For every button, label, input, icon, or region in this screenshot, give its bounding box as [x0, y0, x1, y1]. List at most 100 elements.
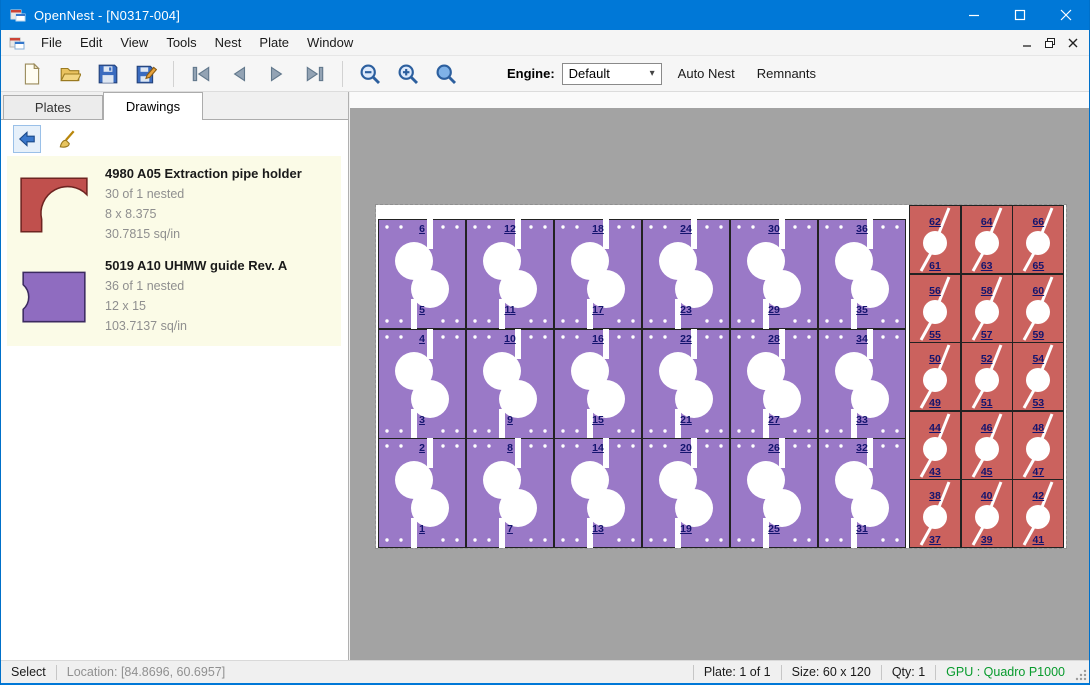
tab-plates[interactable]: Plates — [3, 95, 103, 119]
nested-part-pair[interactable]: 30 29 — [730, 219, 818, 329]
part-number: 55 — [909, 329, 961, 341]
arrow-left-icon — [17, 129, 37, 149]
nested-part-pair[interactable]: 18 17 — [554, 219, 642, 329]
nested-part-pair[interactable]: 26 25 — [730, 438, 818, 548]
part-number: 20 — [642, 442, 730, 454]
new-button[interactable] — [16, 59, 48, 89]
nested-part-pair[interactable]: 10 9 — [466, 329, 554, 439]
new-document-icon — [21, 63, 43, 85]
nested-part-pair[interactable]: 64 63 — [961, 205, 1013, 274]
nested-part-pair[interactable]: 40 39 — [961, 479, 1013, 548]
save-button[interactable] — [92, 59, 124, 89]
menu-view[interactable]: View — [111, 30, 157, 56]
nested-part-pair[interactable]: 20 19 — [642, 438, 730, 548]
part-number: 37 — [909, 534, 961, 546]
part-thumbnail-pipe-holder — [17, 174, 91, 236]
menu-edit[interactable]: Edit — [71, 30, 111, 56]
nested-part-pair[interactable]: 58 57 — [961, 274, 1013, 343]
nested-part-pair[interactable]: 46 45 — [961, 411, 1013, 480]
back-arrow-button[interactable] — [13, 125, 41, 153]
part-number: 53 — [1012, 397, 1064, 409]
part-number: 43 — [909, 466, 961, 478]
nested-part-pair[interactable]: 12 11 — [466, 219, 554, 329]
nested-part-pair[interactable]: 66 65 — [1012, 205, 1064, 274]
zoom-fit-button[interactable] — [430, 59, 462, 89]
part-number: 56 — [909, 285, 961, 297]
nested-part-pair[interactable]: 60 59 — [1012, 274, 1064, 343]
nested-part-pair[interactable]: 42 41 — [1012, 479, 1064, 548]
nested-part-pair[interactable]: 38 37 — [909, 479, 961, 548]
plate[interactable]: 6 5 12 11 — [376, 205, 1066, 548]
save-icon — [97, 63, 119, 85]
nested-part-pair[interactable]: 24 23 — [642, 219, 730, 329]
drawing-list-item[interactable]: 5019 A10 UHMW guide Rev. A 36 of 1 neste… — [7, 251, 341, 343]
open-button[interactable] — [54, 59, 86, 89]
menu-plate[interactable]: Plate — [250, 30, 298, 56]
minimize-button[interactable] — [951, 0, 997, 30]
nested-part-pair[interactable]: 16 15 — [554, 329, 642, 439]
nav-last-icon — [304, 63, 326, 85]
nested-part-pair[interactable]: 28 27 — [730, 329, 818, 439]
nested-part-pair[interactable]: 56 55 — [909, 274, 961, 343]
nested-part-pair[interactable]: 44 43 — [909, 411, 961, 480]
next-plate-button[interactable] — [261, 59, 293, 89]
nested-part-pair[interactable]: 4 3 — [378, 329, 466, 439]
remnants-button[interactable]: Remnants — [751, 66, 822, 81]
mdi-close-button[interactable] — [1061, 33, 1084, 53]
nav-first-icon — [190, 63, 212, 85]
part-number: 13 — [554, 523, 642, 535]
nested-part-pair[interactable]: 48 47 — [1012, 411, 1064, 480]
nested-part-pair[interactable]: 2 1 — [378, 438, 466, 548]
nested-part-pair[interactable]: 50 49 — [909, 342, 961, 411]
part-number: 12 — [466, 223, 554, 235]
nested-part-pair[interactable]: 54 53 — [1012, 342, 1064, 411]
nested-part-pair[interactable]: 52 51 — [961, 342, 1013, 411]
mdi-restore-button[interactable] — [1038, 33, 1061, 53]
nested-part-pair[interactable]: 8 7 — [466, 438, 554, 548]
status-bar: Select Location: [84.8696, 60.6957] Plat… — [1, 660, 1089, 683]
clear-button[interactable] — [53, 125, 81, 153]
save-as-button[interactable] — [130, 59, 162, 89]
zoom-out-button[interactable] — [354, 59, 386, 89]
part-number: 25 — [730, 523, 818, 535]
auto-nest-button[interactable]: Auto Nest — [672, 66, 741, 81]
zoom-in-button[interactable] — [392, 59, 424, 89]
part-number: 16 — [554, 333, 642, 345]
engine-selected-value: Default — [569, 66, 610, 81]
mdi-minimize-button[interactable] — [1015, 33, 1038, 53]
maximize-button[interactable] — [997, 0, 1043, 30]
menu-tools[interactable]: Tools — [157, 30, 205, 56]
resize-grip[interactable] — [1075, 661, 1089, 683]
nested-part-pair[interactable]: 62 61 — [909, 205, 961, 274]
last-plate-button[interactable] — [299, 59, 331, 89]
zoom-fit-icon — [434, 62, 458, 86]
tab-drawings[interactable]: Drawings — [103, 92, 203, 120]
menu-file[interactable]: File — [32, 30, 71, 56]
part-number: 58 — [961, 285, 1013, 297]
first-plate-button[interactable] — [185, 59, 217, 89]
toolbar-separator — [173, 61, 174, 87]
nested-part-pair[interactable]: 34 33 — [818, 329, 906, 439]
drawings-toolbar — [1, 122, 347, 156]
nested-part-pair[interactable]: 22 21 — [642, 329, 730, 439]
save-as-icon — [135, 63, 157, 85]
nested-part-pair[interactable]: 36 35 — [818, 219, 906, 329]
part-number: 32 — [818, 442, 906, 454]
engine-select[interactable]: Default ▾ — [562, 63, 662, 85]
menu-window[interactable]: Window — [298, 30, 362, 56]
menu-nest[interactable]: Nest — [206, 30, 251, 56]
close-button[interactable] — [1043, 0, 1089, 30]
part-number: 15 — [554, 414, 642, 426]
nested-part-pair[interactable]: 6 5 — [378, 219, 466, 329]
part-number: 10 — [466, 333, 554, 345]
nest-canvas[interactable]: 6 5 12 11 — [350, 92, 1089, 660]
previous-plate-button[interactable] — [223, 59, 255, 89]
chevron-down-icon: ▾ — [644, 68, 661, 79]
part-thumbnail-uhmw-guide — [17, 266, 91, 328]
nested-part-pair[interactable]: 14 13 — [554, 438, 642, 548]
part-number: 64 — [961, 216, 1013, 228]
title-bar: OpenNest - [N0317-004] — [1, 0, 1089, 30]
nested-part-pair[interactable]: 32 31 — [818, 438, 906, 548]
drawing-list-item[interactable]: 4980 A05 Extraction pipe holder 30 of 1 … — [7, 159, 341, 251]
zoom-in-icon — [396, 62, 420, 86]
